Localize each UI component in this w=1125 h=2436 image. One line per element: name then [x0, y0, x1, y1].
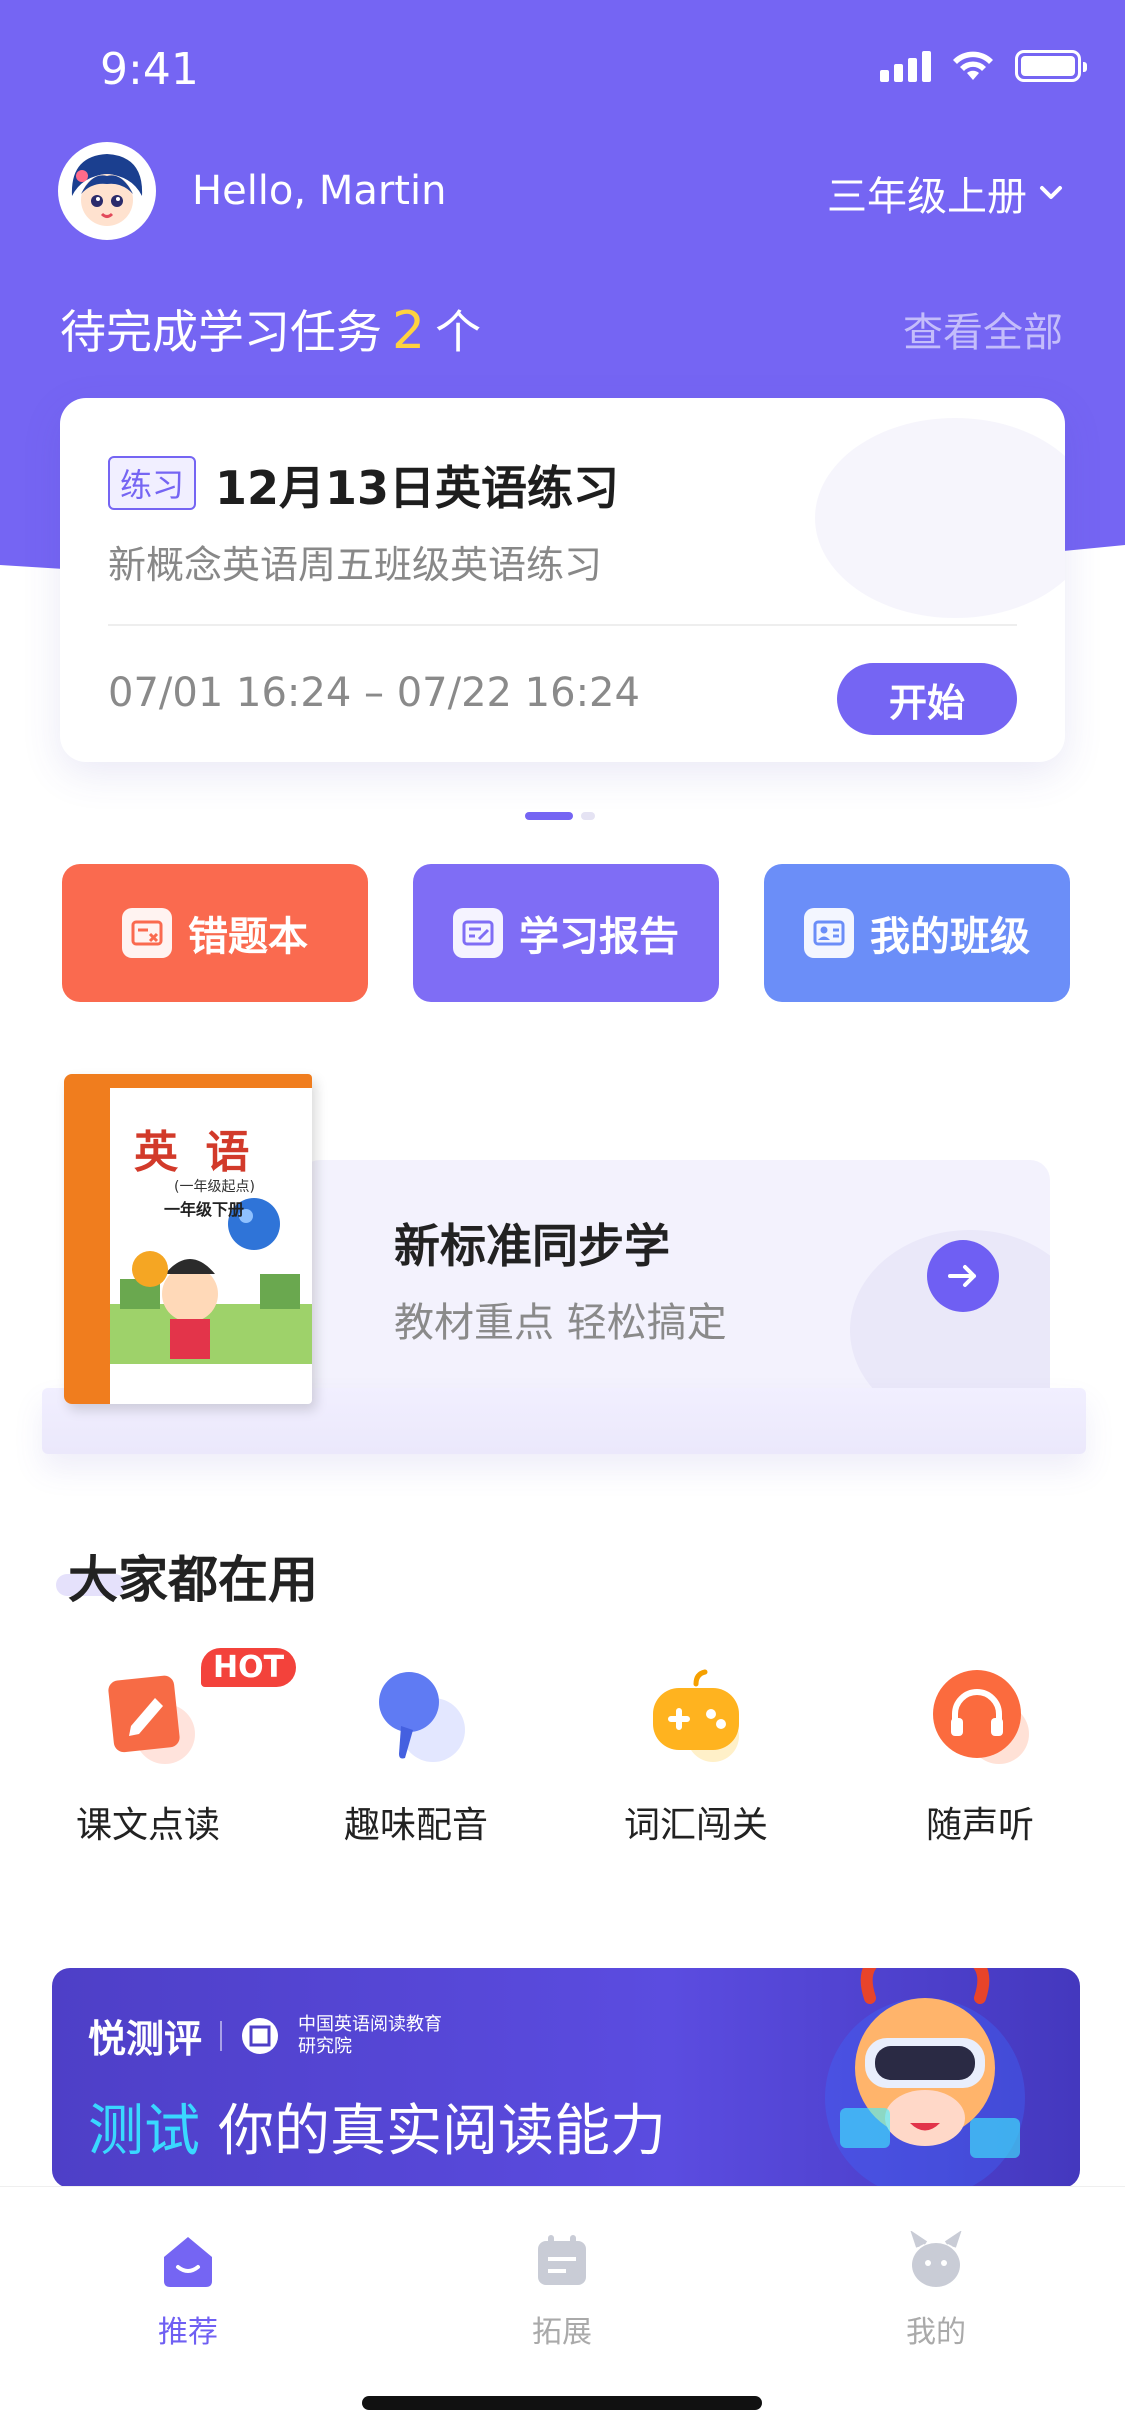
- task-card[interactable]: 练习 12月13日英语练习 新概念英语周五班级英语练习 07/01 16:24 …: [60, 398, 1065, 762]
- profile-icon: [910, 2230, 962, 2287]
- wrong-book-icon: [122, 908, 172, 958]
- promo-brand-name: 悦测评: [88, 2017, 203, 2061]
- pending-tasks-count: 2: [392, 301, 426, 361]
- cellular-signal-icon: [880, 50, 931, 82]
- textbook-subtitle: 教材重点 轻松搞定: [394, 1300, 727, 1346]
- tab-mine[interactable]: 我的: [856, 2230, 1016, 2351]
- card-decoration: [815, 418, 1065, 618]
- promo-highlight: 测试: [88, 2099, 200, 2164]
- wrong-book-label: 错题本: [188, 914, 308, 960]
- book-cover-title: 英 语: [134, 1127, 256, 1178]
- grade-selector[interactable]: 三年级上册: [827, 164, 1063, 222]
- card-divider: [108, 624, 1017, 626]
- dubbing-icon: [361, 1662, 471, 1772]
- book-cover-grade: 一年级下册: [164, 1200, 245, 1219]
- promo-org-line1: 中国英语阅读教育: [298, 2013, 443, 2035]
- pending-tasks-prefix: 待完成学习任务: [60, 305, 382, 359]
- status-time: 9:41: [100, 44, 199, 95]
- status-icons: [880, 50, 1087, 82]
- feature-label: 趣味配音: [343, 1805, 488, 1846]
- tab-label: 我的: [906, 2315, 966, 2350]
- arrow-right-button[interactable]: [927, 1240, 999, 1312]
- calendar-icon: [538, 2235, 586, 2285]
- chevron-down-icon: [1040, 186, 1062, 199]
- promo-org-line2: 研究院: [298, 2035, 353, 2057]
- brand-separator: [220, 2020, 223, 2051]
- carousel-pager: [525, 812, 595, 820]
- home-indicator: [362, 2396, 762, 2410]
- promo-headline: 测试 你的真实阅读能力: [88, 2086, 666, 2167]
- academy-logo-icon: [242, 2017, 279, 2054]
- report-icon: [453, 908, 503, 958]
- hot-badge: HOT: [201, 1648, 297, 1687]
- avatar[interactable]: [58, 142, 156, 240]
- feature-dubbing[interactable]: 趣味配音: [306, 1662, 526, 1848]
- task-title: 12月13日英语练习: [215, 461, 620, 515]
- textbook-title: 新标准同步学: [394, 1219, 670, 1273]
- feature-listening[interactable]: 随声听: [870, 1662, 1090, 1848]
- greeting-text: Hello, Martin: [192, 168, 447, 214]
- promo-headline-text: 你的真实阅读能力: [218, 2099, 666, 2164]
- pending-tasks-suffix: 个: [435, 305, 482, 359]
- task-type-tag: 练习: [108, 456, 197, 510]
- start-button[interactable]: 开始: [837, 663, 1017, 735]
- view-all-link[interactable]: 查看全部: [903, 300, 1063, 358]
- headphones-icon: [925, 1662, 1035, 1772]
- task-subtitle: 新概念英语周五班级英语练习: [108, 543, 603, 587]
- battery-icon: [1015, 50, 1087, 82]
- feature-text-reading[interactable]: HOT 课文点读: [38, 1648, 297, 1848]
- feature-label: 随声听: [925, 1805, 1034, 1846]
- pager-dot-active: [525, 812, 573, 820]
- game-controller-icon: [641, 1662, 751, 1772]
- study-report-button[interactable]: 学习报告: [413, 864, 719, 1002]
- promo-banner[interactable]: 悦测评 中国英语阅读教育 研究院 测试 你的真实阅读能力: [52, 1968, 1080, 2188]
- feature-label: 课文点读: [75, 1805, 220, 1846]
- feature-vocabulary[interactable]: 词汇闯关: [586, 1662, 806, 1848]
- wrong-book-button[interactable]: 错题本: [62, 864, 368, 1002]
- tab-expand[interactable]: 拓展: [482, 2231, 642, 2351]
- textbook-cover[interactable]: 英 语 (一年级起点) 一年级下册: [64, 1074, 312, 1404]
- tab-recommend[interactable]: 推荐: [108, 2231, 268, 2351]
- study-report-label: 学习报告: [519, 914, 679, 960]
- mascot-illustration: [825, 1968, 1025, 2188]
- promo-brand: 悦测评 中国英语阅读教育 研究院: [88, 2008, 442, 2063]
- my-class-label: 我的班级: [870, 914, 1030, 960]
- feature-label: 词汇闯关: [623, 1805, 768, 1846]
- text-reading-icon: HOT: [93, 1648, 297, 1772]
- book-cover-subtitle: (一年级起点): [174, 1179, 255, 1195]
- wifi-icon: [953, 51, 993, 80]
- grade-label: 三年级上册: [827, 174, 1027, 220]
- task-time-range: 07/01 16:24 – 07/22 16:24: [108, 670, 640, 716]
- book-spine: [64, 1074, 110, 1404]
- class-icon: [804, 908, 854, 958]
- my-class-button[interactable]: 我的班级: [764, 864, 1070, 1002]
- tab-label: 推荐: [158, 2315, 218, 2350]
- section-title: 大家都在用: [56, 1540, 318, 1612]
- promo-org: 中国英语阅读教育 研究院: [298, 2014, 442, 2058]
- pager-dot: [581, 812, 595, 820]
- arrow-right-icon: [948, 1265, 976, 1287]
- home-icon: [164, 2237, 212, 2287]
- status-bar: 9:41: [0, 0, 1125, 140]
- tab-label: 拓展: [532, 2315, 592, 2350]
- pending-tasks-title: 待完成学习任务 2 个: [60, 296, 481, 362]
